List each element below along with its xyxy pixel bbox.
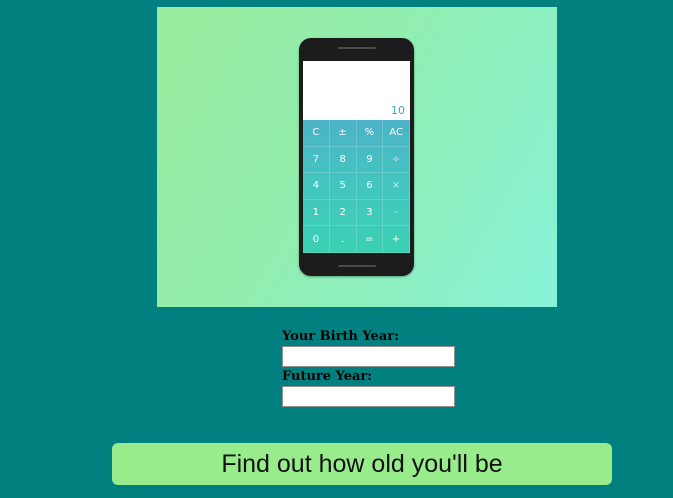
calculator-display-value: 10: [391, 104, 405, 117]
birth-year-label: Your Birth Year:: [282, 329, 399, 344]
calculator-key: +: [383, 226, 410, 253]
calculator-key: 3: [356, 199, 384, 227]
calculator-key: 2: [329, 199, 357, 227]
calculator-display: 10: [303, 61, 410, 120]
calculator-key: 4: [303, 173, 330, 200]
birth-year-input[interactable]: [282, 346, 455, 367]
calculator-key: 5: [329, 173, 357, 200]
calculator-key: ÷: [383, 146, 410, 174]
calculator-key: =: [356, 226, 384, 253]
age-form: Your Birth Year: Future Year:: [282, 329, 462, 409]
calculator-key: 1: [303, 199, 330, 227]
calculator-key: 7: [303, 146, 330, 174]
calculator-key: .: [329, 226, 357, 253]
find-age-button[interactable]: Find out how old you'll be: [112, 443, 612, 485]
calculator-key: %: [356, 120, 384, 147]
future-year-label: Future Year:: [282, 369, 373, 384]
calculator-key: AC: [383, 120, 410, 147]
calculator-key: 8: [329, 146, 357, 174]
calculator-key: 0: [303, 226, 330, 253]
hero-image: 10 C ± % AC 7 8 9 ÷ 4 5 6 × 1 2 3 - 0 .: [157, 7, 557, 307]
calculator-key: 9: [356, 146, 384, 174]
phone-illustration: 10 C ± % AC 7 8 9 ÷ 4 5 6 × 1 2 3 - 0 .: [299, 38, 414, 276]
phone-speaker: [338, 47, 376, 49]
calculator-key: ±: [329, 120, 357, 147]
calculator-key: C: [303, 120, 330, 147]
phone-screen: 10 C ± % AC 7 8 9 ÷ 4 5 6 × 1 2 3 - 0 .: [303, 61, 410, 253]
calculator-keypad: C ± % AC 7 8 9 ÷ 4 5 6 × 1 2 3 - 0 . = +: [303, 120, 410, 253]
phone-home-bar: [338, 265, 376, 267]
calculator-key: -: [383, 199, 410, 227]
calculator-key: 6: [356, 173, 384, 200]
calculator-key: ×: [383, 173, 410, 200]
future-year-input[interactable]: [282, 386, 455, 407]
